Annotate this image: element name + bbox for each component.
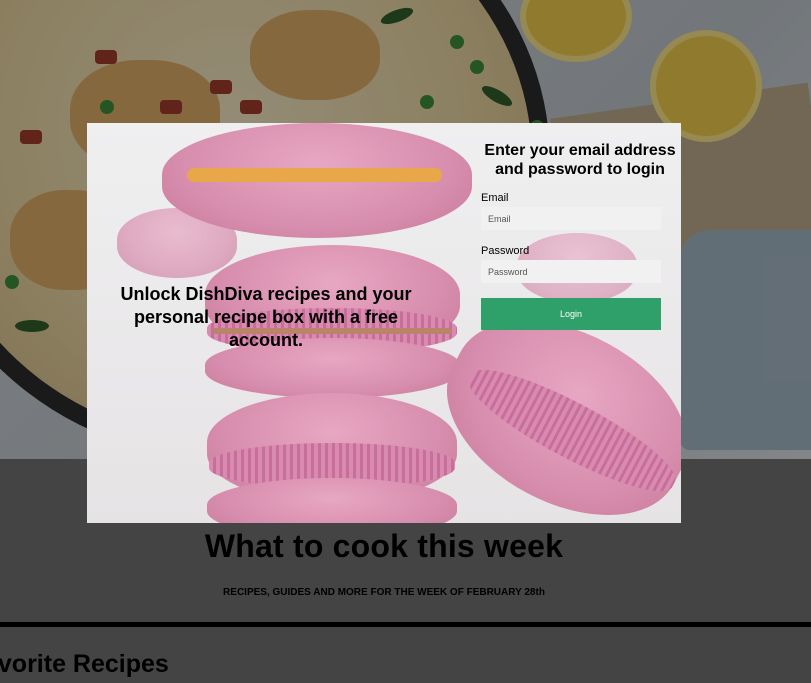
email-field[interactable] (481, 207, 661, 230)
modal-tagline: Unlock DishDiva recipes and your persona… (120, 284, 412, 350)
email-label: Email (481, 192, 509, 204)
password-label: Password (481, 245, 530, 257)
macaron-filling (187, 168, 442, 182)
login-heading: Enter your email address and password to… (484, 142, 676, 178)
password-field[interactable] (481, 260, 661, 283)
macaron (207, 478, 457, 523)
login-modal: Unlock DishDiva recipes and your persona… (87, 123, 681, 523)
login-button[interactable]: Login (481, 298, 661, 330)
